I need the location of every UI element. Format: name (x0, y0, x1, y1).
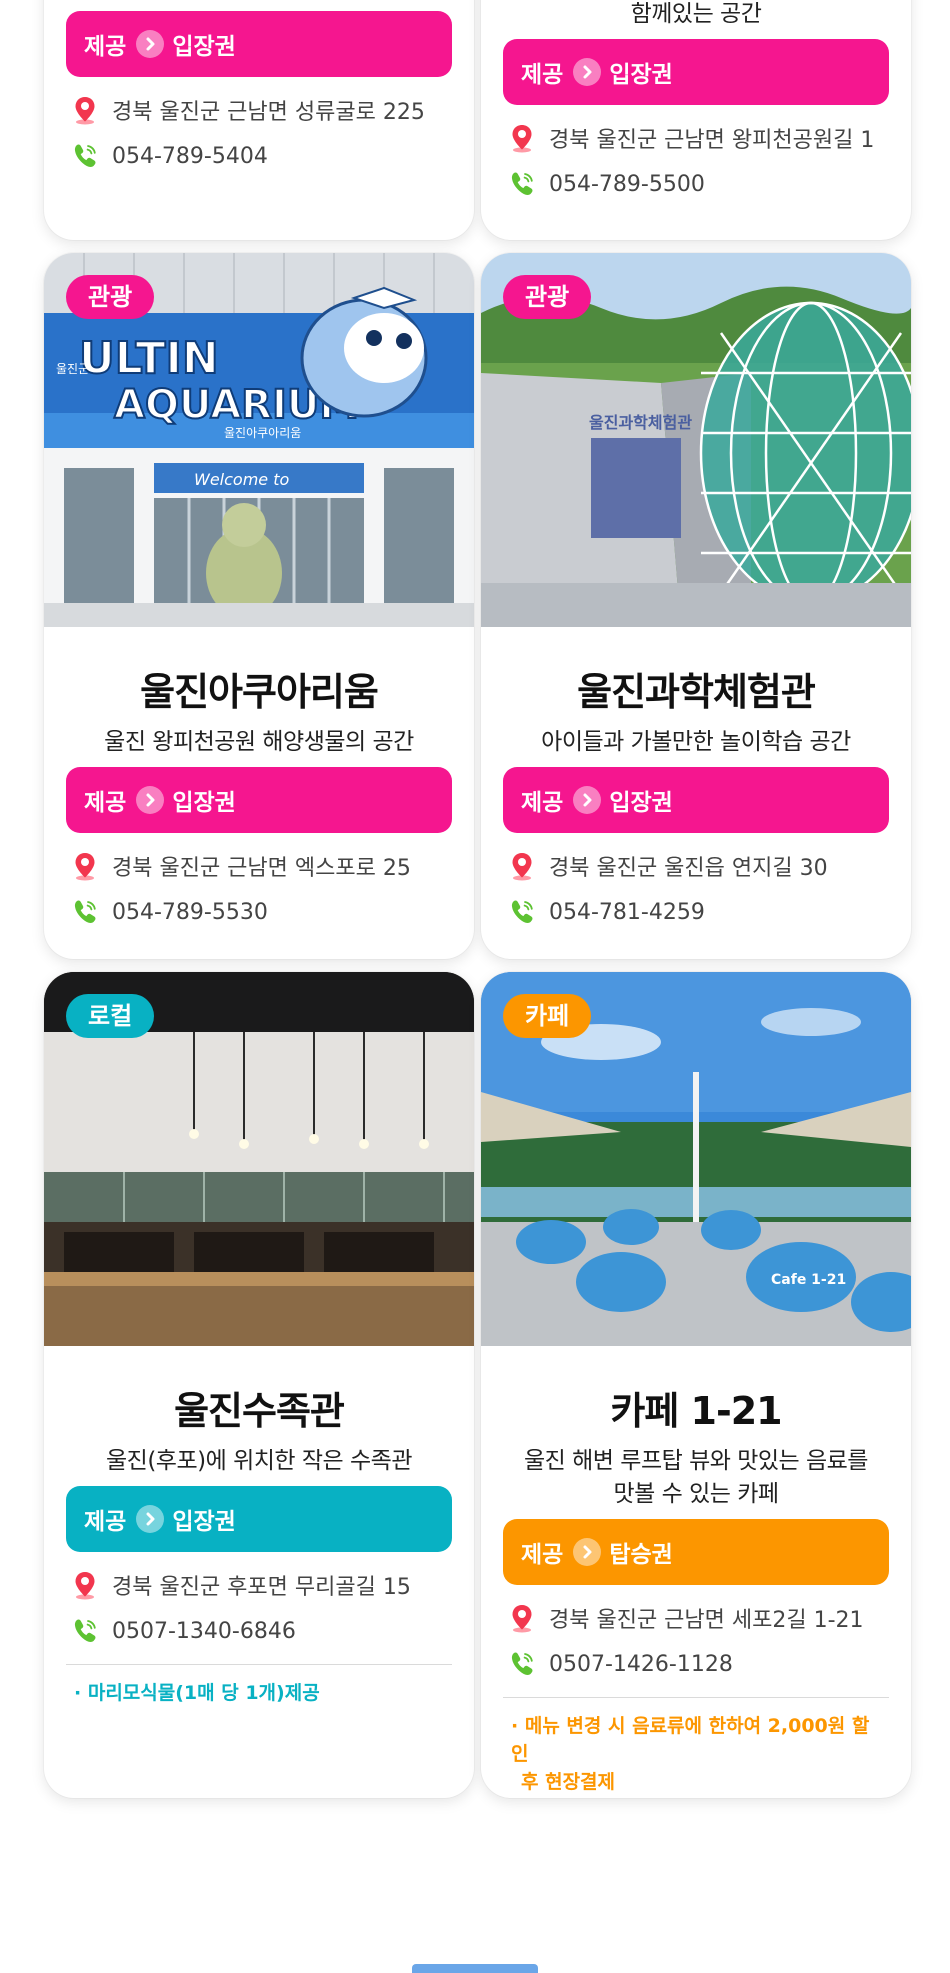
place-description: 울진 왕피천공원 해양생물의 공간 (104, 729, 414, 755)
category-badge: 로컬 (66, 994, 155, 1038)
provide-value: 입장권 (172, 1509, 236, 1535)
provide-label: 제공 (521, 790, 564, 816)
photo-sign-text: Cafe 1-21 (771, 1272, 846, 1288)
address-text: 경북 울진군 근남면 왕피천공원길 1 (549, 128, 875, 153)
address-row: 경북 울진군 근남면 성류굴로 225 (70, 95, 474, 125)
address-row: 경북 울진군 후포면 무리골길 15 (70, 1570, 474, 1600)
chevron-right-icon (573, 1538, 602, 1566)
phone-text[interactable]: 054-789-5500 (549, 172, 705, 197)
place-description: 함께있는 공간 (630, 1, 762, 27)
chevron-right-icon (136, 1505, 165, 1533)
place-card[interactable]: 제공 입장권 경북 울진군 근남면 성류굴로 225 054-789-5404 (44, 0, 474, 240)
provide-banner: 제공 입장권 (503, 767, 889, 833)
place-description: 울진 해변 루프탑 뷰와 맛있는 음료를 맛볼 수 있는 카페 (481, 1445, 911, 1511)
photo-sign-text: ULTIN (79, 333, 219, 384)
chevron-right-icon (573, 58, 602, 86)
place-description-line: 맛볼 수 있는 카페 (613, 1481, 779, 1507)
address-text: 경북 울진군 울진읍 연지길 30 (549, 856, 828, 881)
chevron-right-icon (573, 786, 602, 814)
phone-row[interactable]: 054-789-5500 (507, 169, 911, 199)
photo-sign-text: 울진군 (56, 362, 89, 376)
place-card[interactable]: ULTIN AQUARIUM 울진아쿠아리움 울진군 Welcome to 관광… (44, 253, 474, 959)
place-title: 카페 1-21 (610, 1389, 782, 1433)
place-description-line: 울진 해변 루프탑 뷰와 맛있는 음료를 (524, 1448, 868, 1474)
phone-row[interactable]: 054-781-4259 (507, 897, 911, 927)
phone-icon (507, 1649, 537, 1679)
chevron-right-icon (136, 30, 165, 58)
phone-text[interactable]: 054-781-4259 (549, 900, 705, 925)
category-badge: 관광 (503, 275, 592, 319)
place-photo: 울진과학체험관 관광 (481, 253, 911, 627)
provide-label: 제공 (84, 790, 127, 816)
address-row: 경북 울진군 근남면 엑스포로 25 (70, 851, 474, 881)
provide-label: 제공 (84, 1509, 127, 1535)
phone-row[interactable]: 054-789-5404 (70, 141, 474, 171)
benefit-note: · 마리모식물(1매 당 1개)제공 (74, 1682, 320, 1704)
photo-sign-text: 울진과학체험관 (589, 413, 692, 432)
phone-text[interactable]: 054-789-5404 (112, 144, 268, 169)
map-pin-icon (70, 95, 100, 125)
phone-row[interactable]: 054-789-5530 (70, 897, 474, 927)
map-pin-icon (70, 1570, 100, 1600)
provide-value: 입장권 (172, 34, 236, 60)
phone-text[interactable]: 0507-1426-1128 (549, 1652, 733, 1677)
phone-row[interactable]: 0507-1426-1128 (507, 1649, 911, 1679)
place-photo: Cafe 1-21 카페 (481, 972, 911, 1346)
place-title: 울진과학체험관 (577, 670, 816, 714)
photo-sign-text: Welcome to (194, 470, 289, 489)
chevron-right-icon (136, 786, 165, 814)
provide-banner: 제공 입장권 (66, 1486, 452, 1552)
place-photo: ULTIN AQUARIUM 울진아쿠아리움 울진군 Welcome to 관광 (44, 253, 474, 627)
phone-row[interactable]: 0507-1340-6846 (70, 1616, 474, 1646)
benefit-note-line: 후 현장결제 (521, 1771, 616, 1793)
place-description: 아이들과 가볼만한 놀이학습 공간 (541, 729, 851, 755)
phone-icon (507, 169, 537, 199)
provide-label: 제공 (521, 62, 564, 88)
provide-banner: 제공 탑승권 (503, 1519, 889, 1585)
provide-value: 입장권 (609, 790, 673, 816)
address-row: 경북 울진군 근남면 왕피천공원길 1 (507, 123, 911, 153)
provide-value: 탑승권 (609, 1542, 673, 1568)
divider (66, 1664, 452, 1665)
category-badge: 카페 (503, 994, 592, 1038)
provide-label: 제공 (521, 1542, 564, 1568)
provide-banner: 제공 입장권 (66, 767, 452, 833)
provide-banner: 제공 입장권 (503, 39, 889, 105)
provide-value: 입장권 (609, 62, 673, 88)
place-title: 울진아쿠아리움 (140, 670, 379, 714)
address-row: 경북 울진군 울진읍 연지길 30 (507, 851, 911, 881)
place-card[interactable]: 함께있는 공간 제공 입장권 경북 울진군 근남면 왕피천공원길 1 054-7… (481, 0, 911, 240)
phone-icon (507, 897, 537, 927)
phone-icon (70, 1616, 100, 1646)
place-card[interactable]: 울진과학체험관 관광 울진과학체험관 아이들과 가볼만한 놀이학습 공간 제공 … (481, 253, 911, 959)
benefit-note: · 메뉴 변경 시 음료류에 한하여 2,000원 할인 후 현장결제 (511, 1712, 881, 1796)
phone-icon (70, 141, 100, 171)
place-description: 울진(후포)에 위치한 작은 수족관 (106, 1448, 412, 1474)
map-pin-icon (507, 123, 537, 153)
address-row: 경북 울진군 근남면 세포2길 1-21 (507, 1603, 911, 1633)
photo-sign-text: 울진아쿠아리움 (224, 426, 301, 440)
map-pin-icon (507, 1603, 537, 1633)
provide-value: 입장권 (172, 790, 236, 816)
category-badge: 관광 (66, 275, 155, 319)
place-title: 울진수족관 (174, 1389, 345, 1433)
benefit-note-line: · 메뉴 변경 시 음료류에 한하여 2,000원 할인 (511, 1715, 870, 1765)
place-card[interactable]: Cafe 1-21 카페 카페 1-21 울진 해변 루프탑 뷰와 맛있는 음료… (481, 972, 911, 1798)
provide-banner: 제공 입장권 (66, 11, 452, 77)
place-card[interactable]: 로컬 울진수족관 울진(후포)에 위치한 작은 수족관 제공 입장권 경북 울진… (44, 972, 474, 1798)
scroll-to-top-button[interactable] (412, 1964, 538, 1973)
address-text: 경북 울진군 근남면 엑스포로 25 (112, 856, 411, 881)
address-text: 경북 울진군 후포면 무리골길 15 (112, 1575, 411, 1600)
map-pin-icon (70, 851, 100, 881)
address-text: 경북 울진군 근남면 성류굴로 225 (112, 100, 425, 125)
address-text: 경북 울진군 근남면 세포2길 1-21 (549, 1608, 864, 1633)
phone-text[interactable]: 054-789-5530 (112, 900, 268, 925)
provide-label: 제공 (84, 34, 127, 60)
phone-icon (70, 897, 100, 927)
phone-text[interactable]: 0507-1340-6846 (112, 1619, 296, 1644)
divider (503, 1697, 889, 1698)
place-photo: 로컬 (44, 972, 474, 1346)
map-pin-icon (507, 851, 537, 881)
